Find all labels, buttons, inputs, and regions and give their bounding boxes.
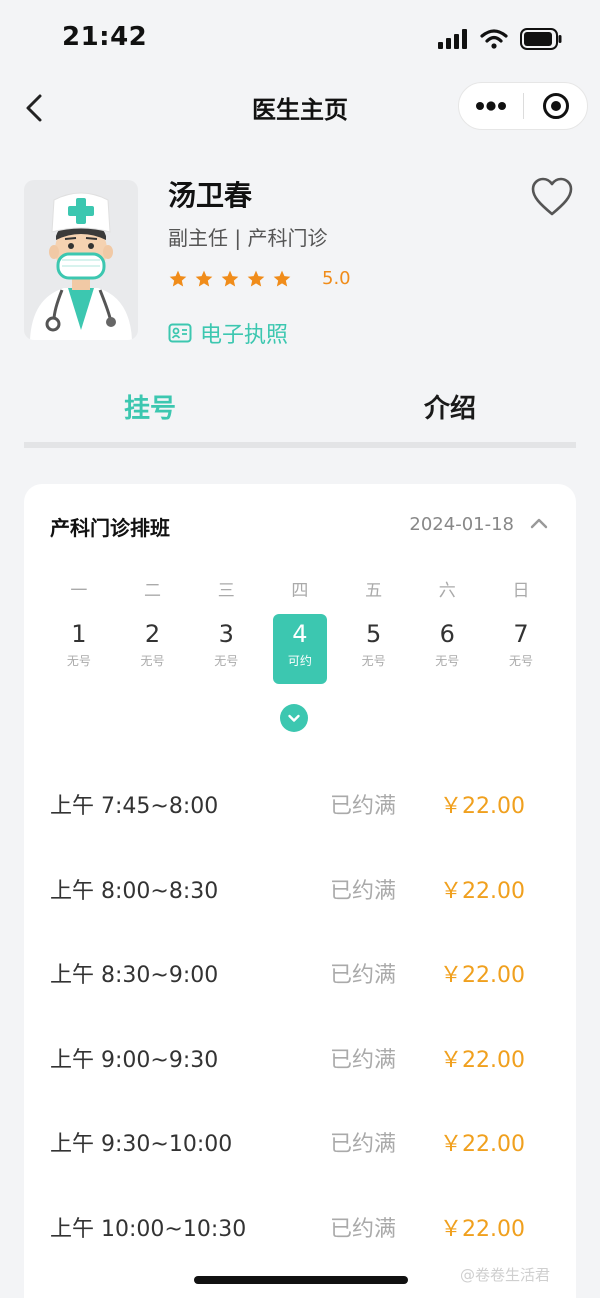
day-number: 7 (513, 620, 529, 648)
signal-icon (438, 29, 467, 49)
star-icon (247, 270, 265, 286)
day-number: 5 (365, 620, 382, 648)
time-slot-row[interactable]: 上午 7:45~8:00 已约满 ￥22.00 (24, 760, 576, 845)
home-indicator (194, 1276, 408, 1284)
star-icon (169, 270, 187, 286)
day-availability: 无号 (214, 654, 239, 668)
wifi-icon (480, 29, 508, 49)
day-cell[interactable]: 3 无号 (189, 614, 263, 684)
status-bar: 21:42 (0, 0, 600, 78)
slot-price: ￥22.00 (440, 963, 525, 989)
license-label: 电子执照 (200, 323, 289, 348)
slot-time: 上午 9:30~10:00 (50, 1132, 233, 1158)
doctor-illustration-icon (30, 192, 132, 340)
slot-price: ￥22.00 (440, 1132, 525, 1158)
weekday-label: 一 (70, 581, 88, 601)
rating-value: 5.0 (322, 268, 351, 289)
weekday-label: 二 (144, 581, 162, 601)
schedule-title: 产科门诊排班 (50, 516, 170, 540)
slot-status: 已约满 (330, 1216, 397, 1242)
target-circle-icon (542, 93, 569, 119)
favorite-button[interactable] (530, 176, 574, 218)
day-number: 1 (71, 620, 87, 648)
heart-outline-icon (531, 177, 573, 216)
day-availability: 无号 (508, 654, 533, 668)
tab-bar: 挂号 介绍 (24, 380, 576, 440)
time-slot-row[interactable]: 上午 9:00~9:30 已约满 ￥22.00 (24, 1014, 576, 1099)
day-cell[interactable]: 4 可约 (263, 614, 337, 684)
day-cell[interactable]: 2 无号 (116, 614, 190, 684)
slot-time: 上午 7:45~8:00 (50, 794, 219, 819)
day-cell[interactable]: 1 无号 (42, 614, 116, 684)
nav-bar: 医生主页 (0, 78, 600, 138)
tab-register[interactable]: 挂号 (100, 388, 200, 425)
more-button[interactable] (459, 82, 523, 130)
status-icons (438, 28, 562, 50)
day-cell[interactable]: 7 无号 (484, 614, 558, 684)
slot-price: ￥22.00 (440, 794, 525, 819)
weekday-label: 三 (217, 581, 235, 601)
doctor-card: 汤卫春 副主任 | 产科门诊 5.0 电子执照 (24, 172, 576, 352)
star-icon (195, 270, 213, 286)
star-icon (273, 270, 291, 286)
time-slot-row[interactable]: 上午 8:30~9:00 已约满 ￥22.00 (24, 929, 576, 1014)
slot-time: 上午 8:30~9:00 (50, 963, 219, 989)
collapse-button[interactable] (526, 510, 552, 536)
slot-time: 上午 9:00~9:30 (50, 1047, 219, 1073)
day-number: 3 (218, 620, 234, 648)
weekday-label: 日 (512, 581, 530, 601)
weekday-label: 四 (291, 581, 309, 601)
day-cell[interactable]: 6 无号 (410, 614, 484, 684)
day-number: 2 (144, 620, 161, 648)
weekday-label: 五 (365, 581, 383, 601)
rating-stars (168, 269, 292, 289)
slot-status: 已约满 (330, 1047, 397, 1073)
close-miniprogram-button[interactable] (524, 82, 587, 130)
slot-time: 上午 10:00~10:30 (50, 1216, 247, 1242)
day-selector: 1 无号 2 无号 3 无号 4 可约 5 无号 6 无号 7 无号 (42, 614, 558, 684)
slot-status: 已约满 (330, 963, 397, 989)
weekday-label: 六 (438, 581, 456, 601)
miniprogram-capsule (458, 82, 588, 130)
slot-price: ￥22.00 (440, 1216, 525, 1242)
expand-calendar-button[interactable] (280, 704, 308, 732)
tab-intro[interactable]: 介绍 (400, 388, 500, 425)
more-dots-icon (476, 101, 506, 111)
doctor-rating: 5.0 (168, 268, 351, 289)
watermark: @卷卷生活君 (460, 1266, 551, 1284)
doctor-avatar (24, 180, 138, 340)
battery-icon (520, 28, 562, 50)
day-availability: 无号 (361, 654, 386, 668)
time-slot-row[interactable]: 上午 10:00~10:30 已约满 ￥22.00 (24, 1183, 576, 1268)
day-number: 6 (439, 620, 455, 648)
id-card-icon (168, 323, 192, 343)
day-availability: 无号 (435, 654, 460, 668)
day-availability: 无号 (140, 654, 165, 668)
time-slot-list: 上午 7:45~8:00 已约满 ￥22.00 上午 8:00~8:30 已约满… (24, 760, 576, 1268)
day-availability: 无号 (66, 654, 91, 668)
weekday-header: 一 二 三 四 五 六 日 (42, 576, 558, 601)
time-slot-row[interactable]: 上午 9:30~10:00 已约满 ￥22.00 (24, 1098, 576, 1183)
slot-price: ￥22.00 (440, 1047, 525, 1073)
chevron-down-icon (288, 714, 300, 722)
slot-price: ￥22.00 (440, 878, 525, 904)
slot-time: 上午 8:00~8:30 (50, 878, 219, 904)
day-availability: 可约 (287, 654, 312, 668)
star-icon (221, 270, 239, 286)
schedule-date: 2024-01-18 (409, 514, 514, 535)
chevron-up-icon (530, 518, 548, 529)
doctor-title: 副主任 | 产科门诊 (168, 226, 328, 250)
slot-status: 已约满 (330, 878, 397, 904)
time-slot-row[interactable]: 上午 8:00~8:30 已约满 ￥22.00 (24, 845, 576, 930)
schedule-card: 产科门诊排班 2024-01-18 一 二 三 四 五 六 日 1 无号 2 无号 … (24, 484, 576, 1298)
status-time: 21:42 (62, 22, 148, 52)
tab-divider (24, 442, 576, 448)
slot-status: 已约满 (330, 1132, 397, 1158)
doctor-name: 汤卫春 (168, 179, 253, 212)
day-cell[interactable]: 5 无号 (337, 614, 411, 684)
day-number: 4 (292, 620, 308, 648)
slot-status: 已约满 (330, 794, 397, 819)
electronic-license-link[interactable]: 电子执照 (168, 317, 288, 349)
